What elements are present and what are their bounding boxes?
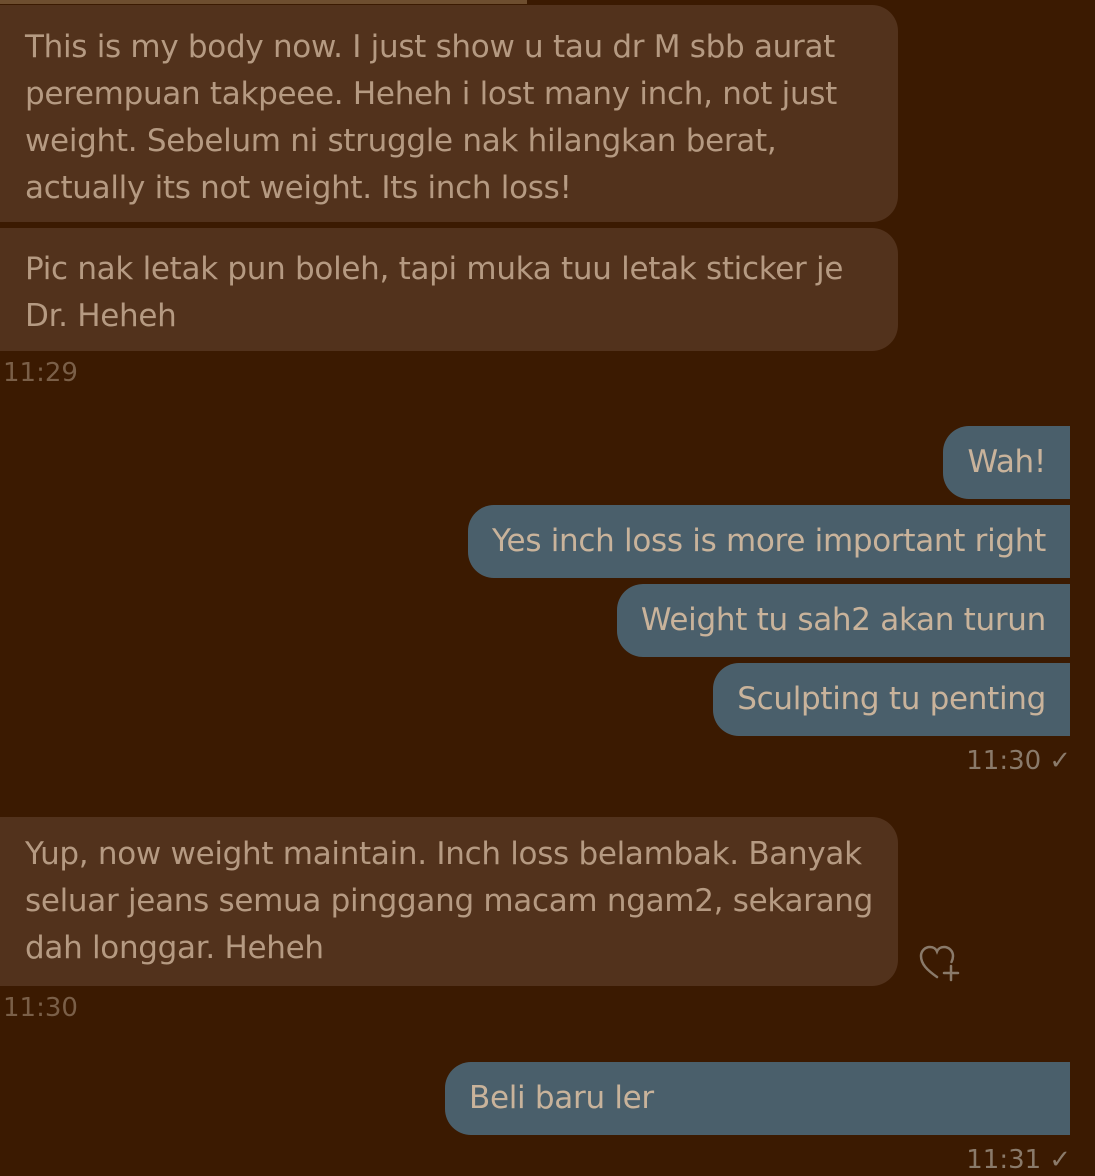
message-timestamp: 11:30 [966,746,1042,776]
outgoing-message-bubble[interactable]: Wah! [943,426,1070,499]
sent-check-icon: ✓ [1049,1145,1071,1175]
message-text: Wah! [967,444,1046,480]
message-text: Beli baru ler [469,1080,654,1116]
message-timestamp-row: 11:31 ✓ [966,1145,1071,1175]
message-text: Pic nak letak pun boleh, tapi muka tuu l… [25,251,844,334]
incoming-message-bubble[interactable]: This is my body now. I just show u tau d… [0,5,898,222]
message-text: Yes inch loss is more important right [492,523,1046,559]
outgoing-message-bubble[interactable]: Sculpting tu penting [713,663,1070,736]
message-text: Weight tu sah2 akan turun [640,602,1046,638]
sent-check-icon: ✓ [1049,746,1071,776]
incoming-message-bubble[interactable]: Pic nak letak pun boleh, tapi muka tuu l… [0,228,898,351]
message-timestamp: 11:31 [966,1145,1042,1175]
heart-plus-icon[interactable] [917,943,961,983]
previous-image-attachment[interactable] [0,0,527,4]
message-timestamp: 11:30 [3,993,78,1023]
outgoing-message-bubble[interactable]: Yes inch loss is more important right [468,505,1070,578]
outgoing-message-bubble[interactable]: Beli baru ler [445,1062,1070,1135]
outgoing-message-bubble[interactable]: Weight tu sah2 akan turun [616,584,1070,657]
incoming-message-bubble[interactable]: Yup, now weight maintain. Inch loss bela… [0,817,898,986]
message-timestamp-row: 11:30 ✓ [966,746,1071,776]
message-text: This is my body now. I just show u tau d… [25,29,838,206]
message-timestamp: 11:29 [3,358,78,388]
message-text: Sculpting tu penting [737,681,1046,717]
message-text: Yup, now weight maintain. Inch loss bela… [25,836,874,966]
